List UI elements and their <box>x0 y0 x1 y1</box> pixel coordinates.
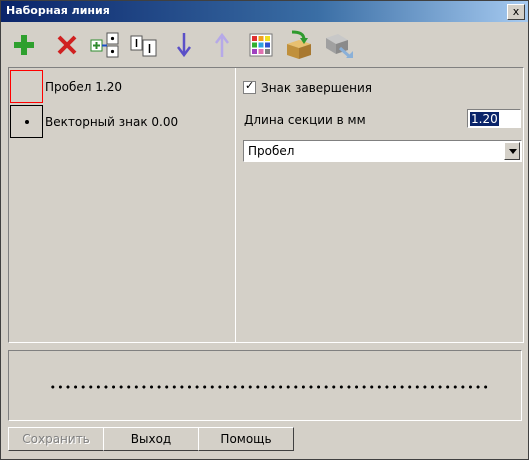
move-up-icon <box>215 32 229 57</box>
exit-button[interactable]: Выход <box>103 427 199 451</box>
list-item-label: Векторный знак 0.00 <box>45 115 179 129</box>
insert-space-button[interactable] <box>128 29 160 61</box>
insert-symbol-icon <box>90 32 119 58</box>
list-item[interactable]: Пробел 1.20 <box>10 69 232 103</box>
end-mark-label[interactable]: Знак завершения <box>261 81 372 95</box>
line-preview <box>8 350 522 421</box>
delete-button[interactable] <box>52 29 82 61</box>
palette-icon <box>249 33 273 57</box>
list-item[interactable]: Векторный знак 0.00 <box>10 104 232 138</box>
insert-space-icon <box>130 35 157 57</box>
check-icon: ✓ <box>245 79 255 92</box>
save-to-library-icon <box>326 34 353 59</box>
add-icon <box>14 35 34 55</box>
delete-icon <box>57 35 77 55</box>
section-length-label: Длина секции в мм <box>244 113 366 127</box>
close-button[interactable]: x <box>507 4 525 20</box>
section-length-value: 1.20 <box>470 112 499 126</box>
element-list[interactable]: Пробел 1.20 Векторный знак 0.00 <box>8 67 236 343</box>
list-item-label: Пробел 1.20 <box>45 80 122 94</box>
move-down-button[interactable] <box>169 29 199 61</box>
element-type-value: Пробел <box>248 144 295 158</box>
load-from-library-icon <box>287 30 311 59</box>
window-title: Наборная линия <box>6 4 110 17</box>
save-button[interactable]: Сохранить <box>8 427 104 451</box>
add-button[interactable] <box>9 29 39 61</box>
insert-symbol-button[interactable] <box>89 29 121 61</box>
dot-icon <box>25 120 29 124</box>
element-type-select[interactable]: Пробел <box>243 140 522 162</box>
load-from-library-button[interactable] <box>283 29 315 61</box>
dotted-line-sample <box>49 385 489 389</box>
space-swatch <box>10 70 43 103</box>
end-mark-checkbox[interactable]: ✓ <box>243 79 256 94</box>
title-bar[interactable]: Наборная линия x <box>1 1 528 22</box>
palette-button[interactable] <box>246 29 276 61</box>
help-button[interactable]: Помощь <box>198 427 294 451</box>
vector-symbol-swatch <box>10 105 43 138</box>
save-to-library-button[interactable] <box>321 29 355 61</box>
move-down-icon <box>177 33 191 58</box>
chevron-down-icon[interactable] <box>504 142 520 160</box>
move-up-button[interactable] <box>207 29 237 61</box>
section-length-input[interactable]: 1.20 <box>467 109 521 128</box>
window: Наборная линия x Пробел 1.20 Векторный з… <box>0 0 529 460</box>
